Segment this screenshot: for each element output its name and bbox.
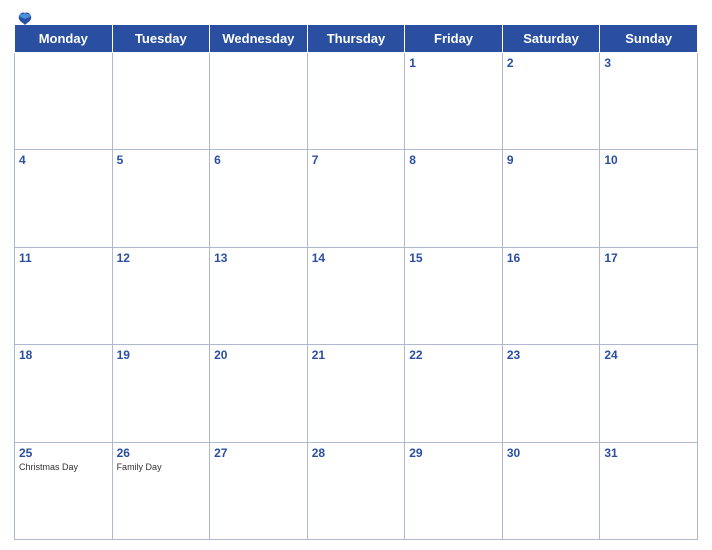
calendar-cell: 4 xyxy=(15,150,113,247)
calendar-cell: 23 xyxy=(502,345,600,442)
calendar-cell: 18 xyxy=(15,345,113,442)
calendar-cell: 12 xyxy=(112,247,210,344)
day-number: 12 xyxy=(117,251,206,265)
calendar-cell: 20 xyxy=(210,345,308,442)
day-number: 16 xyxy=(507,251,596,265)
day-number: 25 xyxy=(19,446,108,460)
header-tuesday: Tuesday xyxy=(112,25,210,53)
calendar-table: Monday Tuesday Wednesday Thursday Friday… xyxy=(14,24,698,540)
day-number: 27 xyxy=(214,446,303,460)
day-number: 11 xyxy=(19,251,108,265)
calendar-week-row: 25 Christmas Day 26 Family Day 27 28 29 30 31 xyxy=(15,442,698,539)
calendar-cell: 8 xyxy=(405,150,503,247)
day-number: 13 xyxy=(214,251,303,265)
calendar-cell: 10 xyxy=(600,150,698,247)
calendar-cell: 30 xyxy=(502,442,600,539)
day-number: 2 xyxy=(507,56,596,70)
holiday-name: Christmas Day xyxy=(19,462,108,472)
day-number: 30 xyxy=(507,446,596,460)
calendar-cell: 1 xyxy=(405,53,503,150)
day-number: 18 xyxy=(19,348,108,362)
calendar-cell: 24 xyxy=(600,345,698,442)
calendar-cell: 21 xyxy=(307,345,405,442)
header-wednesday: Wednesday xyxy=(210,25,308,53)
calendar-cell: 22 xyxy=(405,345,503,442)
header-thursday: Thursday xyxy=(307,25,405,53)
day-number: 10 xyxy=(604,153,693,167)
calendar-cell xyxy=(112,53,210,150)
day-number: 14 xyxy=(312,251,401,265)
calendar-cell: 11 xyxy=(15,247,113,344)
header-sunday: Sunday xyxy=(600,25,698,53)
calendar-cell: 17 xyxy=(600,247,698,344)
calendar-cell: 19 xyxy=(112,345,210,442)
calendar-cell: 9 xyxy=(502,150,600,247)
calendar-wrapper: Monday Tuesday Wednesday Thursday Friday… xyxy=(0,0,712,550)
header-saturday: Saturday xyxy=(502,25,600,53)
day-number: 20 xyxy=(214,348,303,362)
calendar-cell: 3 xyxy=(600,53,698,150)
calendar-header xyxy=(14,10,698,24)
day-number: 31 xyxy=(604,446,693,460)
calendar-cell: 26 Family Day xyxy=(112,442,210,539)
day-number: 7 xyxy=(312,153,401,167)
calendar-cell xyxy=(210,53,308,150)
day-number: 26 xyxy=(117,446,206,460)
calendar-cell: 5 xyxy=(112,150,210,247)
holiday-name: Family Day xyxy=(117,462,206,472)
day-number: 8 xyxy=(409,153,498,167)
calendar-cell: 28 xyxy=(307,442,405,539)
day-number: 22 xyxy=(409,348,498,362)
day-number: 4 xyxy=(19,153,108,167)
day-number: 17 xyxy=(604,251,693,265)
day-number: 29 xyxy=(409,446,498,460)
day-number: 6 xyxy=(214,153,303,167)
calendar-cell: 29 xyxy=(405,442,503,539)
day-number: 19 xyxy=(117,348,206,362)
calendar-cell: 25 Christmas Day xyxy=(15,442,113,539)
calendar-cell: 15 xyxy=(405,247,503,344)
calendar-cell: 14 xyxy=(307,247,405,344)
logo-bird-icon xyxy=(16,10,34,28)
weekday-header-row: Monday Tuesday Wednesday Thursday Friday… xyxy=(15,25,698,53)
calendar-week-row: 11 12 13 14 15 16 17 xyxy=(15,247,698,344)
day-number: 21 xyxy=(312,348,401,362)
day-number: 9 xyxy=(507,153,596,167)
day-number: 24 xyxy=(604,348,693,362)
calendar-cell: 2 xyxy=(502,53,600,150)
header-friday: Friday xyxy=(405,25,503,53)
calendar-cell: 13 xyxy=(210,247,308,344)
day-number: 3 xyxy=(604,56,693,70)
calendar-cell: 7 xyxy=(307,150,405,247)
calendar-cell: 27 xyxy=(210,442,308,539)
day-number: 5 xyxy=(117,153,206,167)
day-number: 15 xyxy=(409,251,498,265)
calendar-cell xyxy=(307,53,405,150)
calendar-week-row: 18 19 20 21 22 23 24 xyxy=(15,345,698,442)
logo-area xyxy=(14,10,34,28)
calendar-cell: 16 xyxy=(502,247,600,344)
day-number: 23 xyxy=(507,348,596,362)
calendar-cell: 6 xyxy=(210,150,308,247)
calendar-cell xyxy=(15,53,113,150)
calendar-cell: 31 xyxy=(600,442,698,539)
calendar-week-row: 456789 10 xyxy=(15,150,698,247)
calendar-week-row: 123 xyxy=(15,53,698,150)
header-monday: Monday xyxy=(15,25,113,53)
day-number: 28 xyxy=(312,446,401,460)
day-number: 1 xyxy=(409,56,498,70)
